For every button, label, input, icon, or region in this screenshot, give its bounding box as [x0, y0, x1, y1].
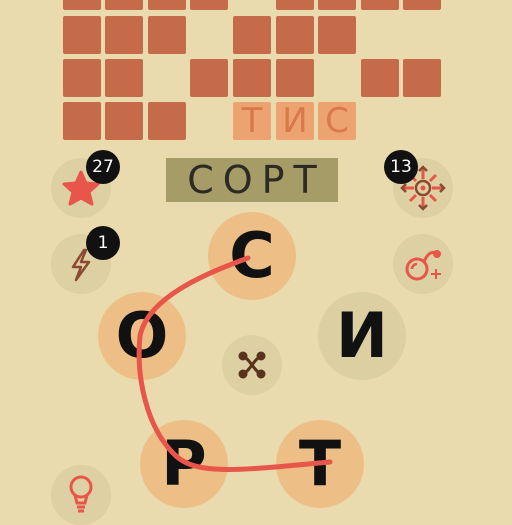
- lightning-count-badge: 1: [86, 226, 120, 260]
- grid-tile: [233, 59, 271, 97]
- grid-tile: [276, 16, 314, 54]
- hint-button[interactable]: [51, 465, 111, 525]
- wheel-letter[interactable]: С: [208, 212, 296, 300]
- grid-tile: [148, 102, 186, 140]
- wheel-letter[interactable]: Р: [140, 420, 228, 508]
- grid-tile: [233, 16, 271, 54]
- partial-word-tile: И: [276, 102, 314, 140]
- grid-tile: [148, 0, 186, 10]
- grid-tile: [190, 59, 228, 97]
- grid-tile: [63, 59, 101, 97]
- shuffle-button[interactable]: [222, 335, 282, 395]
- wheel-letter[interactable]: Т: [276, 420, 364, 508]
- grid-tile: [318, 0, 356, 10]
- grid-tile: [105, 16, 143, 54]
- grid-tile: [361, 0, 399, 10]
- partial-word-tile: Т: [233, 102, 271, 140]
- grid-tile: [190, 0, 228, 10]
- grid-tile: [105, 59, 143, 97]
- current-word-display: СОРТ: [166, 158, 338, 202]
- grid-tile: [318, 16, 356, 54]
- grid-tile: [105, 102, 143, 140]
- star-count-badge: 27: [86, 150, 120, 184]
- grid-tile: [276, 0, 314, 10]
- grid-tile: [403, 0, 441, 10]
- grid-tile: [63, 0, 101, 10]
- target-count-badge: 13: [384, 150, 418, 184]
- grid-tile: [148, 16, 186, 54]
- grid-tile: [63, 16, 101, 54]
- bomb-icon: [405, 250, 441, 281]
- grid-tile: [276, 59, 314, 97]
- wheel-letter[interactable]: И: [318, 292, 406, 380]
- wheel-letter[interactable]: О: [98, 292, 186, 380]
- grid-tile: [105, 0, 143, 10]
- grid-tile: [361, 59, 399, 97]
- shuffle-icon: [238, 351, 266, 379]
- bomb-button[interactable]: [393, 234, 453, 294]
- partial-word-tile: С: [318, 102, 356, 140]
- grid-tile: [403, 59, 441, 97]
- grid-tile: [63, 102, 101, 140]
- lightbulb-icon: [69, 475, 93, 513]
